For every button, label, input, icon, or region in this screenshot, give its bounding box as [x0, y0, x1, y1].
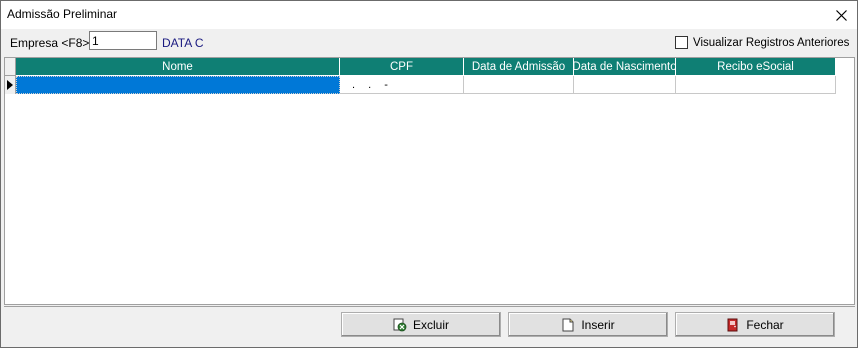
cell-cpf[interactable]: . . - [340, 76, 464, 94]
excluir-label: Excluir [412, 317, 449, 332]
cell-nome[interactable] [16, 76, 340, 94]
empresa-label: Empresa <F8> [10, 36, 90, 50]
footer-divider [4, 306, 855, 307]
fechar-button[interactable]: Fechar [675, 312, 835, 337]
column-header-data-admissao[interactable]: Data de Admissão [464, 58, 574, 76]
dialog-window: Admissão Preliminar Empresa <F8> DATA C … [0, 0, 858, 348]
row-indicator [5, 76, 16, 94]
new-document-icon [562, 318, 574, 331]
window-title: Admissão Preliminar [7, 7, 118, 21]
cell-data-admissao[interactable] [464, 76, 574, 94]
checkbox-box[interactable] [675, 36, 688, 49]
column-header-recibo-esocial[interactable]: Recibo eSocial [676, 58, 836, 76]
admissao-grid[interactable]: Nome CPF Data de Admissão Data de Nascim… [4, 57, 855, 305]
inserir-label: Inserir [581, 317, 615, 332]
close-icon [835, 9, 847, 21]
table-row[interactable]: . . - [5, 76, 836, 94]
row-indicator-header [5, 58, 16, 76]
cell-data-nascimento[interactable] [574, 76, 676, 94]
empresa-name: DATA C [162, 36, 204, 50]
exit-door-icon [727, 318, 738, 331]
excluir-button[interactable]: Excluir [341, 312, 501, 337]
fechar-label: Fechar [746, 317, 784, 332]
checkbox-label: Visualizar Registros Anteriores [693, 36, 850, 49]
column-header-cpf[interactable]: CPF [340, 58, 464, 76]
cell-recibo-esocial[interactable] [676, 76, 836, 94]
column-header-nome[interactable]: Nome [16, 58, 340, 76]
column-header-data-nascimento[interactable]: Data de Nascimento [574, 58, 676, 76]
title-bar: Admissão Preliminar [1, 1, 857, 29]
inserir-button[interactable]: Inserir [508, 312, 668, 337]
current-row-arrow-icon [7, 80, 13, 90]
empresa-input[interactable] [89, 31, 157, 50]
close-button[interactable] [825, 1, 857, 29]
grid-header: Nome CPF Data de Admissão Data de Nascim… [5, 58, 836, 76]
delete-icon [393, 318, 407, 331]
visualizar-registros-checkbox[interactable]: Visualizar Registros Anteriores [675, 36, 849, 49]
